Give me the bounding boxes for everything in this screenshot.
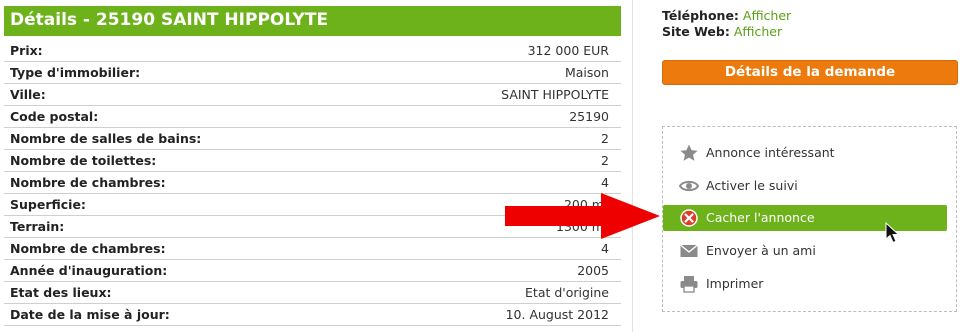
details-title-bar: Détails - 25190 SAINT HIPPOLYTE	[4, 6, 621, 36]
detail-value: 312 000 EUR	[527, 43, 609, 58]
detail-value: 10. August 2012	[505, 307, 609, 322]
detail-row: Nombre de toilettes: 2	[4, 150, 621, 172]
action-print[interactable]: Imprimer	[675, 271, 947, 297]
envelope-icon	[680, 244, 698, 257]
detail-row: Nombre de salles de bains: 2	[4, 128, 621, 150]
detail-label: Nombre de salles de bains:	[10, 131, 202, 146]
detail-row: Type d'immobilier: Maison	[4, 62, 621, 84]
column-divider	[632, 0, 633, 332]
detail-value: 4	[601, 241, 609, 256]
detail-label: Type d'immobilier:	[10, 65, 141, 80]
detail-label: Prix:	[10, 43, 43, 58]
detail-value: 25190	[569, 109, 609, 124]
eye-icon	[679, 180, 699, 192]
action-label: Annonce intéressant	[706, 145, 835, 160]
actions-box: Annonce intéressant Activer le suivi Cac…	[662, 126, 957, 312]
contact-info: Téléphone: Afficher Site Web: Afficher	[662, 8, 791, 40]
printer-icon	[680, 276, 698, 293]
detail-row: Nombre de chambres: 4	[4, 238, 621, 260]
detail-value: 2005	[577, 263, 609, 278]
action-label: Imprimer	[706, 276, 764, 291]
detail-label: Nombre de toilettes:	[10, 153, 157, 168]
red-arrow-icon	[505, 193, 660, 239]
detail-label: Superficie:	[10, 197, 86, 212]
detail-label: Terrain:	[10, 219, 65, 234]
star-icon	[680, 144, 698, 161]
request-details-button[interactable]: Détails de la demande	[662, 60, 958, 85]
page-title: Détails - 25190 SAINT HIPPOLYTE	[10, 10, 329, 30]
phone-show-link[interactable]: Afficher	[743, 8, 791, 23]
details-panel: Détails - 25190 SAINT HIPPOLYTE Prix: 312…	[0, 0, 632, 332]
detail-label: Nombre de chambres:	[10, 175, 166, 190]
hide-icon	[680, 209, 698, 227]
detail-row: Code postal: 25190	[4, 106, 621, 128]
detail-value: Etat d'origine	[525, 285, 609, 300]
phone-label: Téléphone:	[662, 8, 739, 23]
website-label: Site Web:	[662, 24, 730, 39]
action-hide-listing[interactable]: Cacher l'annonce	[663, 205, 947, 231]
website-show-link[interactable]: Afficher	[734, 24, 782, 39]
detail-value: 2	[601, 131, 609, 146]
details-table: Prix: 312 000 EUR Type d'immobilier: Maiso…	[4, 40, 621, 326]
detail-value: 4	[601, 175, 609, 190]
detail-value: SAINT HIPPOLYTE	[501, 87, 609, 102]
detail-value: Maison	[564, 65, 609, 80]
detail-label: Nombre de chambres:	[10, 241, 166, 256]
action-label: Cacher l'annonce	[706, 210, 815, 225]
detail-row: Ville: SAINT HIPPOLYTE	[4, 84, 621, 106]
detail-label: Code postal:	[10, 109, 99, 124]
detail-row: Année d'inauguration: 2005	[4, 260, 621, 282]
detail-row: Nombre de chambres: 4	[4, 172, 621, 194]
detail-row: Etat des lieux: Etat d'origine	[4, 282, 621, 304]
detail-label: Date de la mise à jour:	[10, 307, 170, 322]
action-label: Activer le suivi	[706, 178, 798, 193]
detail-label: Année d'inauguration:	[10, 263, 168, 278]
detail-row: Prix: 312 000 EUR	[4, 40, 621, 62]
detail-label: Etat des lieux:	[10, 285, 112, 300]
detail-row: Date de la mise à jour: 10. August 2012	[4, 304, 621, 326]
action-favorite[interactable]: Annonce intéressant	[675, 140, 947, 166]
action-send-friend[interactable]: Envoyer à un ami	[675, 238, 947, 264]
action-follow[interactable]: Activer le suivi	[675, 173, 947, 199]
detail-label: Ville:	[10, 87, 46, 102]
action-label: Envoyer à un ami	[706, 243, 816, 258]
detail-value: 2	[601, 153, 609, 168]
mouse-cursor-icon	[885, 222, 900, 244]
